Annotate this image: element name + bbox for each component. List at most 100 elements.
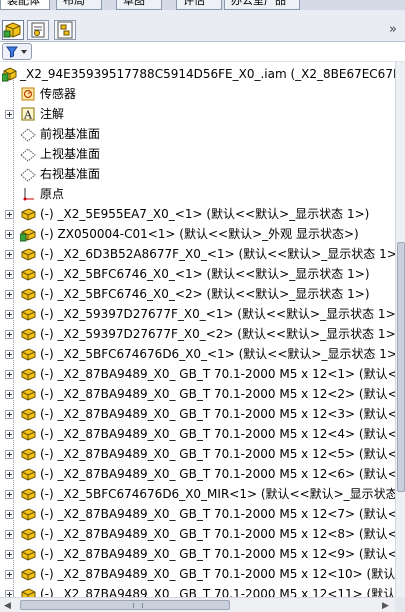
scroll-grip bbox=[133, 603, 143, 608]
part-icon bbox=[20, 446, 36, 462]
tree-item-label: (-) _X2_5BFC674676D6_X0_<1> (默认<<默认>_显示状… bbox=[40, 347, 395, 361]
tab-evaluate[interactable]: 评估 bbox=[176, 0, 222, 10]
expand-toggle[interactable] bbox=[5, 430, 14, 439]
filter-button[interactable] bbox=[2, 43, 32, 60]
part-icon bbox=[20, 526, 36, 542]
expand-toggle[interactable] bbox=[5, 110, 14, 119]
tree-item-label: (-) _X2_87BA9489_X0_ GB_T 70.1-2000 M5 x… bbox=[40, 407, 395, 421]
assembly-icon bbox=[1, 66, 18, 82]
tree-root-label: _X2_94E35939517788C5914D56FE_X0_.iam (_X… bbox=[20, 67, 395, 81]
expand-toggle[interactable] bbox=[5, 530, 14, 539]
subassembly-icon bbox=[19, 226, 36, 242]
annotation-icon: A bbox=[20, 106, 36, 122]
property-manager-tab[interactable] bbox=[27, 20, 49, 40]
horizontal-scroll-thumb[interactable] bbox=[20, 600, 230, 610]
tree-item-label: (-) _X2_5BFC6746_X0_<2> (默认<<默认>_显示状态 1>… bbox=[40, 287, 370, 301]
tree-item-label: (-) _X2_87BA9489_X0_ GB_T 70.1-2000 M5 x… bbox=[40, 387, 395, 401]
tree-item-label: (-) _X2_5BFC6746_X0_<1> (默认<<默认>_显示状态 1>… bbox=[40, 267, 370, 281]
expand-toggle[interactable] bbox=[5, 350, 14, 359]
scroll-left-arrow-icon[interactable]: ◀ bbox=[4, 601, 11, 611]
configuration-manager-icon bbox=[57, 21, 73, 39]
tree-item-label: (-) ZX050004-C01<1> (默认<<默认>_外观 显示状态>) bbox=[40, 227, 359, 241]
tree-item-label: (-) _X2_87BA9489_X0_ GB_T 70.1-2000 M5 x… bbox=[40, 547, 395, 561]
part-icon bbox=[20, 366, 36, 382]
tree-item-label: 上视基准面 bbox=[40, 147, 101, 161]
expand-toggle[interactable] bbox=[5, 330, 14, 339]
tree-item-label: (-) _X2_87BA9489_X0_ GB_T 70.1-2000 M5 x… bbox=[40, 367, 395, 381]
part-icon bbox=[20, 406, 36, 422]
part-icon bbox=[20, 306, 36, 322]
part-icon bbox=[20, 506, 36, 522]
manager-toolbar: » bbox=[0, 10, 405, 42]
part-icon bbox=[20, 566, 36, 582]
scroll-right-arrow-icon[interactable]: ▶ bbox=[382, 601, 389, 611]
scrollbar-corner bbox=[395, 597, 405, 612]
sensor-icon bbox=[20, 86, 36, 102]
vertical-scrollbar[interactable] bbox=[395, 62, 405, 597]
tree-item-label: 原点 bbox=[40, 187, 65, 201]
tree-item-label: (-) _X2_87BA9489_X0_ GB_T 70.1-2000 M5 x… bbox=[40, 427, 395, 441]
tree-item-label: (-) _X2_59397D27677F_X0_<2> (默认<<默认>_显示状… bbox=[40, 327, 395, 341]
part-icon bbox=[20, 426, 36, 442]
origin-icon bbox=[20, 186, 36, 202]
tree-item-label: (-) _X2_6D3B52A8677F_X0_<1> (默认<<默认>_显示状… bbox=[40, 247, 395, 261]
configuration-manager-tab[interactable] bbox=[54, 20, 76, 40]
tab-assembly[interactable]: 装配体 bbox=[0, 0, 50, 10]
part-icon bbox=[20, 546, 36, 562]
tab-sketch[interactable]: 草图 bbox=[116, 0, 162, 10]
property-manager-icon bbox=[31, 22, 45, 38]
expand-toggle[interactable] bbox=[5, 490, 14, 499]
tab-layout[interactable]: 布局 bbox=[56, 0, 102, 10]
tree-item-label: (-) _X2_87BA9489_X0_ GB_T 70.1-2000 M5 x… bbox=[40, 467, 395, 481]
expand-toggle[interactable] bbox=[5, 290, 14, 299]
tree-item-label: (-) _X2_87BA9489_X0_ GB_T 70.1-2000 M5 x… bbox=[40, 507, 395, 521]
part-icon bbox=[20, 466, 36, 482]
horizontal-scrollbar[interactable]: ◀ ▶ bbox=[0, 597, 395, 612]
plane-icon bbox=[20, 146, 36, 162]
tree-item-label: 右视基准面 bbox=[40, 167, 101, 181]
svg-text:A: A bbox=[23, 109, 33, 122]
tree-item-label: (-) _X2_87BA9489_X0_ GB_T 70.1-2000 M5 x… bbox=[40, 527, 395, 541]
plane-icon bbox=[20, 166, 36, 182]
part-icon bbox=[20, 286, 36, 302]
expand-toggle[interactable] bbox=[5, 230, 14, 239]
expand-toggle[interactable] bbox=[5, 310, 14, 319]
part-icon bbox=[20, 246, 36, 262]
toolbar-overflow-chevron[interactable]: » bbox=[389, 22, 397, 37]
feature-manager-tab[interactable] bbox=[2, 20, 24, 40]
tree-item-label: 注解 bbox=[40, 107, 65, 121]
expand-toggle[interactable] bbox=[5, 510, 14, 519]
expand-toggle[interactable] bbox=[5, 470, 14, 479]
expand-toggle[interactable] bbox=[5, 410, 14, 419]
tree-item-label: (-) _X2_87BA9489_X0_ GB_T 70.1-2000 M5 x… bbox=[40, 587, 395, 597]
expand-toggle[interactable] bbox=[5, 450, 14, 459]
vertical-scroll-thumb[interactable] bbox=[397, 242, 405, 492]
expand-toggle[interactable] bbox=[5, 210, 14, 219]
part-icon bbox=[20, 326, 36, 342]
tree-item-label: 传感器 bbox=[40, 87, 77, 101]
part-icon bbox=[20, 346, 36, 362]
part-icon bbox=[20, 586, 36, 597]
filter-icon bbox=[6, 46, 27, 58]
tree-item-label: (-) _X2_5BFC674676D6_X0_MIR<1> (默认<<默认>_… bbox=[40, 487, 395, 501]
feature-manager-icon bbox=[3, 22, 21, 38]
expand-toggle[interactable] bbox=[5, 590, 14, 597]
tree-item-label: (-) _X2_59397D27677F_X0_<1> (默认<<默认>_显示状… bbox=[40, 307, 395, 321]
plane-icon bbox=[20, 126, 36, 142]
expand-toggle[interactable] bbox=[5, 270, 14, 279]
expand-toggle[interactable] bbox=[5, 550, 14, 559]
tree-item-label: (-) _X2_5E955EA7_X0_<1> (默认<<默认>_显示状态 1>… bbox=[40, 207, 370, 221]
part-icon bbox=[20, 386, 36, 402]
expand-toggle[interactable] bbox=[5, 390, 14, 399]
filter-bar bbox=[0, 42, 405, 62]
command-manager-tabs: 装配体 布局 草图 评估 办公室产品 bbox=[0, 0, 405, 10]
feature-tree: _X2_94E35939517788C5914D56FE_X0_.iam (_X… bbox=[0, 62, 395, 597]
tree-item-label: (-) _X2_87BA9489_X0_ GB_T 70.1-2000 M5 x… bbox=[40, 447, 395, 461]
expand-toggle[interactable] bbox=[5, 370, 14, 379]
expand-toggle[interactable] bbox=[5, 570, 14, 579]
part-icon bbox=[20, 206, 36, 222]
expand-toggle[interactable] bbox=[5, 250, 14, 259]
part-icon bbox=[20, 486, 36, 502]
tab-office-products[interactable]: 办公室产品 bbox=[224, 0, 300, 10]
tree-item-label: 前视基准面 bbox=[40, 127, 101, 141]
